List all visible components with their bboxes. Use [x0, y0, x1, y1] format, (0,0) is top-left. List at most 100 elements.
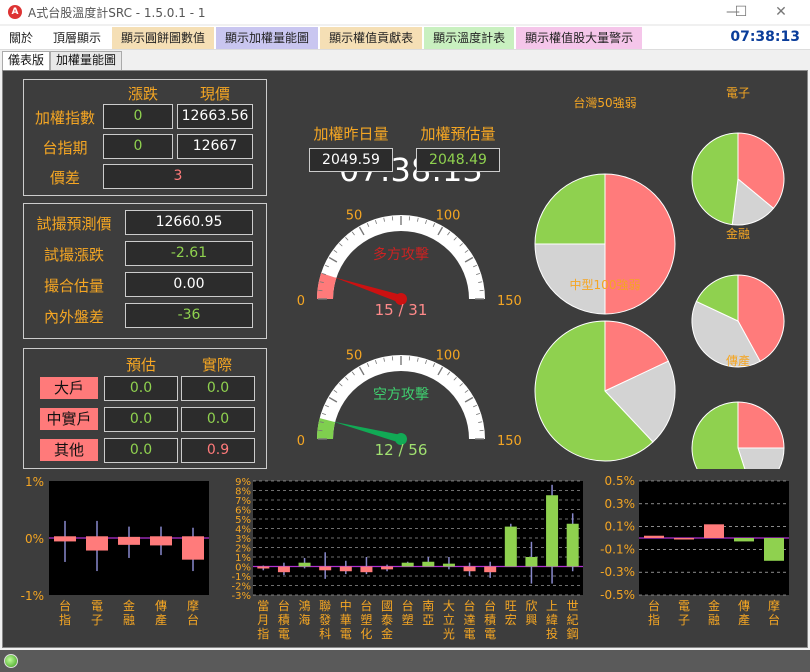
taiex-label: 加權指數	[34, 109, 95, 127]
candle-body	[525, 557, 538, 567]
x-tick-label: 上	[546, 599, 558, 613]
candle-body	[118, 536, 140, 545]
pie-title: 中型100強弱	[570, 277, 641, 292]
gauge-tick-label: 100	[436, 209, 461, 224]
x-tick-label: 金	[708, 598, 720, 613]
other-trader-actual: 0.9	[181, 438, 255, 463]
maximize-button[interactable]: ☐	[728, 2, 754, 22]
candle-body	[360, 566, 373, 573]
x-tick-label: 當	[257, 599, 269, 613]
large-trader-actual: 0.0	[181, 376, 255, 401]
yesterday-volume-value: 2049.59	[309, 148, 393, 172]
y-tick-label: -0.3%	[600, 565, 635, 579]
menu-item-4[interactable]: 顯示權值貢獻表	[320, 26, 423, 49]
x-tick-label: 發	[319, 612, 331, 627]
investor-header-est: 預估	[125, 356, 156, 374]
x-tick-label: 指	[59, 612, 71, 627]
candle-body	[422, 561, 435, 567]
candle-body	[566, 523, 579, 567]
pie-title: 金融	[726, 226, 750, 241]
gauge-tick-label: 0	[297, 294, 305, 309]
x-tick-label: 電	[91, 599, 103, 613]
x-tick-label: 指	[257, 626, 269, 641]
gauge-title: 空方攻擊	[373, 386, 429, 403]
menu-bar: 關於 頂層顯示 顯示圓餅圖數值 顯示加權量能圖 顯示權值貢獻表 顯示溫度計表 顯示權值股大量…	[0, 26, 810, 50]
gauge-needle	[334, 277, 403, 303]
candle-body	[484, 566, 497, 573]
bar	[734, 538, 754, 542]
large-trader-label: 大戶	[40, 377, 98, 399]
tab-strip: 儀表版 加權量能圖	[2, 51, 123, 71]
menu-item-6[interactable]: 顯示權值股大量警示	[516, 26, 643, 49]
bear-attack-value: 12 / 56	[374, 441, 428, 459]
large-trader-est: 0.0	[104, 376, 178, 401]
x-tick-label: 台	[360, 598, 372, 613]
candle-body	[54, 536, 76, 542]
x-tick-label: 鴻	[299, 599, 311, 613]
x-tick-label: 子	[678, 613, 690, 627]
menu-item-3[interactable]: 顯示加權量能圖	[216, 26, 319, 49]
candle-body	[463, 566, 476, 572]
bull-attack-value: 15 / 31	[374, 301, 428, 319]
mid-trader-label: 中實戶	[40, 408, 98, 430]
x-tick-label: 台	[484, 598, 496, 613]
x-tick-label: 傳	[155, 599, 167, 613]
x-tick-label: 積	[484, 612, 496, 627]
status-bar	[0, 650, 810, 672]
spread-label: 價差	[49, 169, 80, 187]
mid-trader-est: 0.0	[104, 407, 178, 432]
x-tick-label: 傳	[738, 599, 750, 613]
x-tick-label: 金	[123, 598, 135, 613]
gauge-tick-label: 0	[297, 434, 305, 449]
x-tick-label: 中	[340, 598, 352, 613]
x-tick-label: 鋼	[567, 627, 579, 641]
x-tick-label: 電	[678, 599, 690, 613]
bidask-diff-label: 內外盤差	[43, 308, 104, 326]
x-tick-label: 產	[738, 612, 750, 627]
bar	[674, 538, 694, 540]
match-volume-value: 0.00	[125, 272, 253, 297]
menu-item-0[interactable]: 關於	[0, 26, 43, 49]
x-tick-label: 台	[648, 598, 660, 613]
x-tick-label: 產	[155, 612, 167, 627]
bar	[704, 524, 724, 538]
x-tick-label: 台	[402, 598, 414, 613]
x-tick-label: 化	[360, 627, 372, 641]
app-icon: A	[8, 5, 22, 19]
candle-body	[298, 562, 311, 567]
y-tick-label: 0.5%	[605, 474, 636, 488]
x-tick-label: 紀	[567, 613, 579, 627]
connection-status-icon	[4, 654, 18, 668]
x-tick-label: 立	[443, 612, 455, 627]
x-tick-label: 月	[257, 613, 269, 627]
menu-item-2[interactable]: 顯示圓餅圖數值	[112, 26, 215, 49]
tab-volume-chart[interactable]: 加權量能圖	[50, 51, 123, 70]
futures-change: 0	[103, 134, 173, 159]
gauge-tick-label: 100	[436, 349, 461, 364]
index-header-price: 現價	[199, 85, 230, 103]
candle-body	[504, 526, 517, 567]
bar	[764, 538, 784, 561]
trial-price-value: 12660.95	[125, 210, 253, 235]
dashboard-panel: 漲跌 現價 加權指數 0 12663.56 台指期 0 12667 價差 3 試…	[2, 70, 808, 648]
match-volume-label: 撮合估量	[43, 277, 104, 295]
x-tick-label: 興	[525, 613, 537, 627]
tab-dashboard[interactable]: 儀表版	[2, 51, 51, 71]
x-tick-label: 世	[567, 599, 579, 613]
pie-slice-up	[737, 401, 785, 449]
menu-item-5[interactable]: 顯示溫度計表	[424, 26, 515, 49]
gauge-tick-label: 150	[497, 294, 521, 309]
investor-header-actual: 實際	[201, 356, 232, 374]
x-tick-label: 海	[299, 612, 311, 627]
window-title: A式台股溫度計SRC - 1.5.0.1 - 1	[28, 5, 206, 20]
candle-body	[442, 563, 455, 567]
other-trader-label: 其他	[40, 439, 98, 461]
close-button[interactable]: ✕	[768, 2, 794, 22]
candle-body	[150, 536, 172, 546]
menu-item-1[interactable]: 頂層顯示	[44, 26, 111, 49]
gauge-title: 多方攻擊	[373, 246, 429, 263]
x-tick-label: 台	[768, 612, 780, 627]
x-tick-label: 緯	[546, 612, 558, 627]
x-tick-label: 融	[708, 613, 720, 627]
x-tick-label: 塑	[360, 612, 372, 627]
